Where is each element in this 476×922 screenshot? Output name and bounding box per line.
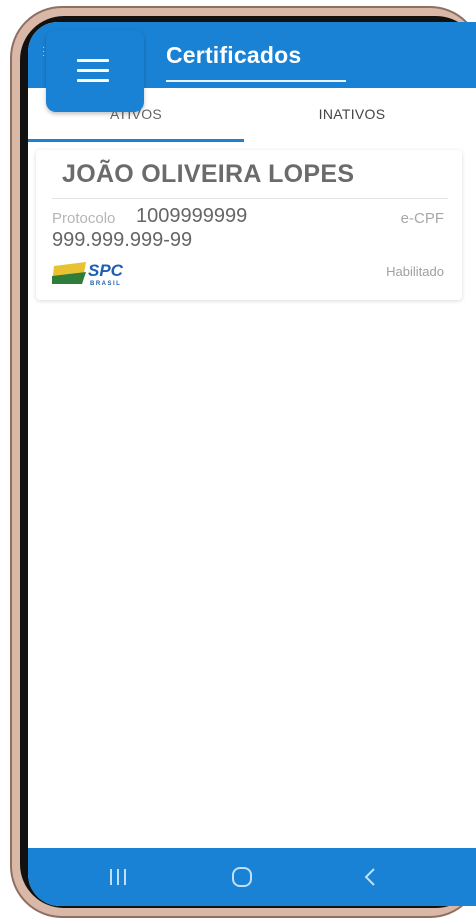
home-icon (232, 867, 252, 887)
back-button[interactable] (350, 862, 390, 892)
certificate-card[interactable]: JOÃO OLIVEIRA LOPES Protocolo 1009999999… (36, 150, 462, 300)
title-underline (166, 80, 346, 82)
spc-brasil-logo: SPC BRASIL (52, 258, 132, 288)
tab-inativos-label: INATIVOS (318, 106, 386, 122)
recents-button[interactable] (98, 862, 138, 892)
card-divider (52, 198, 448, 199)
svg-text:BRASIL: BRASIL (90, 281, 121, 287)
page-title: Certificados (166, 42, 302, 68)
status-indicator-icon: · · · (42, 42, 46, 61)
app-screen: · · · Certificados ATIVOS INATIVOS JOÃO OL… (28, 22, 476, 906)
home-button[interactable] (222, 862, 262, 892)
certificate-holder-name: JOÃO OLIVEIRA LOPES (62, 160, 355, 188)
certificate-type: e-CPF (400, 210, 444, 227)
protocol-label: Protocolo (52, 210, 116, 227)
status-badge: Habilitado (386, 264, 444, 279)
menu-button[interactable] (46, 30, 144, 112)
back-icon (364, 868, 375, 886)
protocol-value: 1009999999 (136, 205, 248, 227)
cpf-number: 999.999.999-99 (52, 229, 193, 251)
tab-inativos[interactable]: INATIVOS (244, 88, 460, 142)
svg-text:SPC: SPC (88, 261, 124, 280)
system-nav-bar (28, 848, 476, 906)
certificate-list: JOÃO OLIVEIRA LOPES Protocolo 1009999999… (28, 142, 476, 848)
recents-icon (110, 869, 126, 885)
